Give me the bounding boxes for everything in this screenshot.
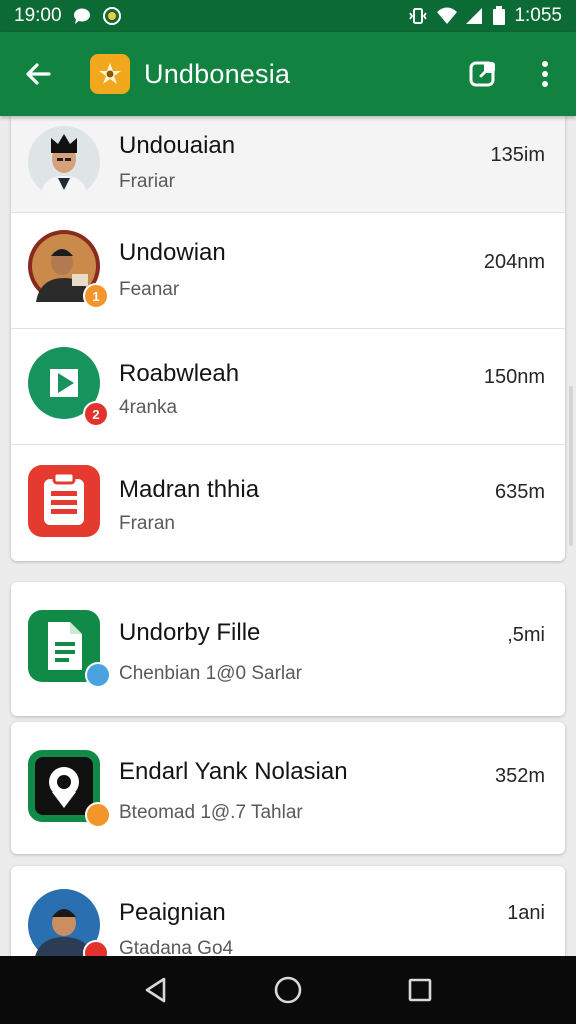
avatar — [28, 126, 100, 198]
item-title: Madran thhia — [119, 476, 260, 503]
item-meta: ,5mi — [507, 624, 545, 646]
back-button[interactable] — [8, 32, 68, 116]
conversation-list[interactable]: Undouaian Frariar 135im 1 Undowian Feana… — [0, 116, 576, 956]
item-subtitle: Gtadana Go4 — [119, 938, 234, 956]
status-badge — [83, 940, 109, 956]
item-title: Peaignian — [119, 899, 226, 926]
recents-square-icon — [408, 978, 432, 1002]
list-card: Undorby Fille Chenbian 1@0 Sarlar ,5mi — [11, 582, 565, 716]
app-bar: Undbonesia — [0, 32, 576, 116]
item-meta: 635m — [494, 481, 545, 503]
arrow-left-icon — [26, 63, 51, 85]
battery-icon — [492, 6, 506, 26]
status-badge — [85, 802, 111, 828]
signal-icon — [464, 6, 484, 26]
list-item[interactable]: Peaignian Gtadana Go4 1ani — [11, 866, 565, 956]
nav-home-button[interactable] — [258, 960, 318, 1020]
wifi-icon — [436, 6, 458, 26]
list-item[interactable]: Undorby Fille Chenbian 1@0 Sarlar ,5mi — [11, 582, 565, 716]
list-item[interactable]: Endarl Yank Nolasian Bteomad 1@.7 Tahlar… — [11, 722, 565, 854]
more-vertical-icon — [542, 61, 548, 87]
item-meta: 135im — [490, 144, 545, 166]
app-logo — [90, 54, 130, 94]
item-subtitle: Fraran — [119, 513, 175, 534]
list-item[interactable]: 1 Undowian Feanar 204nm — [11, 213, 565, 329]
chat-bubble-icon — [72, 6, 92, 26]
list-card: Peaignian Gtadana Go4 1ani — [11, 866, 565, 956]
list-card: Endarl Yank Nolasian Bteomad 1@.7 Tahlar… — [11, 722, 565, 854]
item-title: Roabwleah — [119, 360, 240, 387]
nav-recents-button[interactable] — [390, 960, 450, 1020]
item-meta: 1ani — [507, 902, 545, 924]
item-title: Undowian — [119, 239, 226, 266]
clipboard-icon — [28, 465, 100, 537]
status-time: 19:00 — [14, 5, 62, 26]
item-title: Undorby Fille — [119, 619, 261, 646]
emblem-icon — [102, 6, 122, 26]
item-title: Undouaian — [119, 132, 236, 159]
list-item[interactable]: 2 Roabwleah 4ranka 150nm — [11, 329, 565, 445]
item-subtitle: Feanar — [119, 279, 180, 300]
compose-button[interactable] — [452, 32, 514, 116]
item-meta: 204nm — [483, 251, 545, 273]
status-bar: 19:00 1:055 — [0, 0, 576, 32]
list-card: Undouaian Frariar 135im 1 Undowian Feana… — [11, 116, 565, 561]
item-subtitle: Bteomad 1@.7 Tahlar — [119, 802, 303, 823]
item-title: Endarl Yank Nolasian — [119, 758, 348, 785]
notification-badge: 1 — [83, 283, 109, 309]
item-meta: 150nm — [483, 366, 545, 388]
list-item[interactable]: Madran thhia Fraran 635m — [11, 445, 565, 561]
item-subtitle: 4ranka — [119, 397, 178, 418]
item-meta: 352m — [494, 765, 545, 787]
more-options-button[interactable] — [514, 32, 576, 116]
home-circle-icon — [274, 976, 302, 1004]
status-badge — [85, 662, 111, 688]
compose-icon — [469, 61, 495, 87]
nav-back-button[interactable] — [126, 960, 186, 1020]
vibrate-icon — [408, 6, 428, 26]
back-triangle-icon — [145, 977, 166, 1003]
app-title: Undbonesia — [144, 58, 291, 89]
battery-text: 1:055 — [514, 5, 562, 26]
item-subtitle: Chenbian 1@0 Sarlar — [119, 663, 303, 684]
item-subtitle: Frariar — [119, 171, 175, 192]
scrollbar[interactable] — [569, 386, 573, 546]
list-item[interactable]: Undouaian Frariar 135im — [11, 116, 565, 213]
notification-badge: 2 — [83, 401, 109, 427]
system-nav-bar — [0, 956, 576, 1024]
